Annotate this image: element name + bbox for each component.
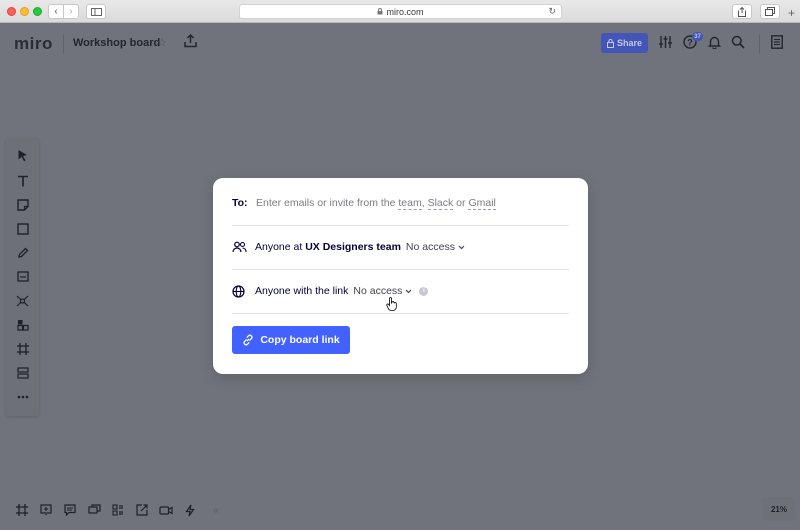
settings-sliders-icon[interactable] (659, 35, 672, 54)
divider (232, 269, 569, 270)
divider (232, 313, 569, 314)
link-access-dropdown[interactable]: No access (353, 285, 412, 297)
share-icon (738, 6, 746, 17)
share-button-label: Share (616, 38, 642, 48)
chat-icon[interactable] (87, 503, 101, 517)
notification-badge: 37 (692, 32, 703, 41)
search-icon[interactable] (731, 35, 745, 54)
link-icon (243, 334, 253, 346)
link-access-value: No access (353, 285, 403, 297)
info-icon[interactable]: i (419, 286, 429, 296)
copy-board-link-button[interactable]: Copy board link (232, 326, 350, 354)
left-toolbar (6, 138, 39, 416)
text-tool-icon[interactable] (15, 173, 30, 188)
divider (232, 225, 569, 226)
zoom-level[interactable]: 21% (763, 497, 795, 521)
sidebar-toggle-button[interactable] (86, 4, 106, 19)
comment-tool-icon[interactable] (15, 269, 30, 284)
tabs-icon (765, 7, 775, 16)
frame-tool-icon[interactable] (15, 341, 30, 356)
forward-button[interactable]: › (63, 4, 79, 19)
gmail-link[interactable]: Gmail (468, 197, 496, 210)
collapse-toolbar-icon[interactable]: « (209, 503, 223, 517)
activity-bolt-icon[interactable] (183, 503, 197, 517)
star-icon[interactable]: ☆ (157, 36, 167, 49)
tab-overview-button[interactable] (760, 4, 780, 19)
frames-icon[interactable] (15, 503, 29, 517)
address-bar[interactable]: miro.com ↻ (239, 4, 562, 19)
select-cursor-icon[interactable] (15, 148, 30, 163)
team-name: UX Designers team (305, 241, 401, 253)
sticky-note-icon[interactable] (15, 197, 30, 212)
hand-cursor-icon (386, 297, 397, 311)
chevron-left-icon: ‹ (54, 6, 58, 17)
video-call-icon[interactable] (159, 503, 173, 517)
bell-icon[interactable] (707, 35, 722, 54)
email-separator: , (421, 197, 428, 209)
board-menu-icon[interactable] (771, 35, 783, 54)
team-access-dropdown[interactable]: No access (406, 241, 465, 253)
pen-tool-icon[interactable] (15, 245, 30, 260)
zoom-window-button[interactable] (33, 7, 42, 16)
team-users-icon (232, 241, 248, 253)
email-invite-input[interactable]: Enter emails or invite from the team, Sl… (256, 197, 566, 215)
presentation-icon[interactable] (39, 503, 53, 517)
browser-share-button[interactable] (732, 4, 752, 19)
close-window-button[interactable] (7, 7, 16, 16)
lock-icon (377, 8, 383, 15)
team-access-prefix: Anyone at (255, 241, 306, 253)
globe-icon (232, 284, 248, 298)
team-access-row: Anyone at UX Designers team No access (232, 237, 569, 257)
email-separator: or (453, 197, 469, 209)
templates-icon[interactable] (15, 317, 30, 332)
to-label: To: (232, 197, 248, 209)
back-button[interactable]: ‹ (48, 4, 64, 19)
board-name[interactable]: Workshop board (73, 37, 160, 49)
team-access-value: No access (405, 241, 455, 253)
url-text: miro.com (386, 6, 424, 17)
team-link[interactable]: team (398, 197, 422, 210)
kanban-icon[interactable] (15, 365, 30, 380)
chevron-down-icon (405, 289, 412, 293)
reload-icon[interactable]: ↻ (548, 6, 556, 17)
email-placeholder-prefix: Enter emails or invite from the (256, 197, 399, 209)
chevron-right-icon: › (69, 6, 73, 17)
shape-tool-icon[interactable] (15, 221, 30, 236)
browser-toolbar: ‹ › miro.com ↻ + (0, 0, 800, 23)
new-tab-button[interactable]: + (788, 6, 795, 20)
header-divider (759, 35, 760, 53)
more-tools-icon[interactable] (15, 389, 30, 404)
miro-logo[interactable]: miro (14, 34, 53, 54)
sidebar-icon (90, 7, 102, 16)
header-divider (63, 35, 64, 53)
invite-row: To: Enter emails or invite from the team… (232, 195, 569, 225)
screen-share-icon[interactable] (135, 503, 149, 517)
minimize-window-button[interactable] (20, 7, 29, 16)
chevron-down-icon (458, 245, 465, 249)
link-access-label: Anyone with the link (255, 285, 349, 297)
share-dialog: To: Enter emails or invite from the team… (213, 178, 588, 374)
bottom-toolbar: « (6, 496, 231, 524)
export-icon[interactable] (184, 33, 197, 53)
slack-link[interactable]: Slack (427, 197, 454, 210)
lock-icon (606, 38, 614, 48)
miro-header: miro Workshop board ☆ Share ? 37 (0, 23, 800, 63)
card-list-icon[interactable] (111, 503, 125, 517)
comments-icon[interactable] (63, 503, 77, 517)
copy-board-link-label: Copy board link (260, 334, 340, 346)
mind-map-icon[interactable] (15, 293, 30, 308)
share-button[interactable]: Share (601, 33, 648, 53)
link-access-row: Anyone with the link No access i (232, 281, 569, 301)
